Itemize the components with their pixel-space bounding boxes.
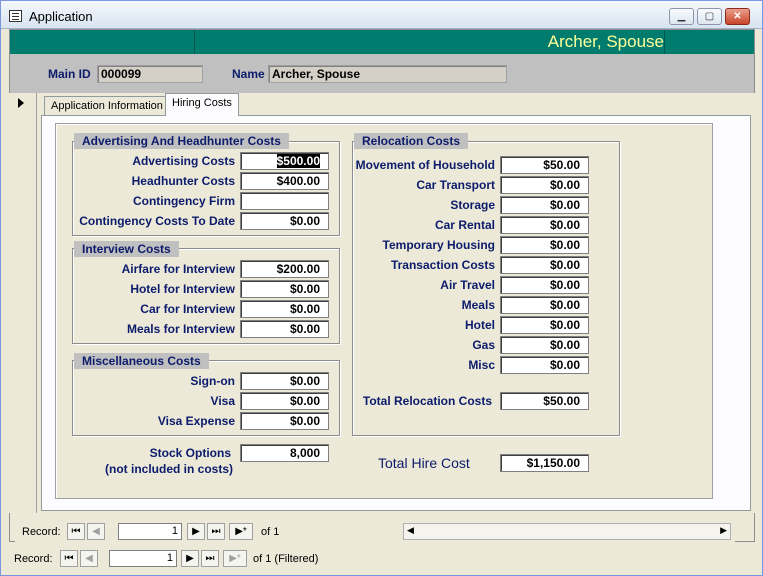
airfare-interview-label: Airfare for Interview [121, 262, 235, 276]
movement-household-field[interactable]: $50.00 [500, 156, 589, 174]
title-bar: Application ▁ ▢ ✕ [1, 1, 762, 29]
main-last-record-icon[interactable]: ⏭ [201, 550, 219, 567]
advertising-costs-field[interactable]: $500.00 [240, 152, 329, 170]
subform-record-navigation: Record: ⏮ ◀ 1 ▶ ⏭ ▶* of 1 ◀ ▶ [15, 522, 735, 542]
name-label: Name [232, 67, 265, 81]
misc-label: Misc [468, 358, 495, 372]
scroll-right-icon[interactable]: ▶ [720, 525, 727, 536]
application-window: Application ▁ ▢ ✕ Archer, Spouse Main ID… [0, 0, 763, 576]
misc-group-title: Miscellaneous Costs [74, 353, 209, 369]
storage-label: Storage [450, 198, 495, 212]
stock-options-note: (not included in costs) [105, 462, 233, 476]
temporary-housing-field[interactable]: $0.00 [500, 236, 589, 254]
movement-household-label: Movement of Household [355, 158, 495, 172]
top-section: Main ID 000099 Name Archer, Spouse [10, 54, 754, 94]
subform-new-record-icon[interactable]: ▶* [229, 523, 253, 540]
gas-label: Gas [472, 338, 495, 352]
car-interview-field[interactable]: $0.00 [240, 300, 329, 318]
visa-label: Visa [210, 394, 235, 408]
tab-hiring-costs[interactable]: Hiring Costs [165, 93, 239, 116]
tab-application-information[interactable]: Application Information [44, 96, 170, 116]
transaction-costs-field[interactable]: $0.00 [500, 256, 589, 274]
air-travel-field[interactable]: $0.00 [500, 276, 589, 294]
main-id-label: Main ID [48, 67, 91, 81]
car-transport-label: Car Transport [416, 178, 495, 192]
gas-field[interactable]: $0.00 [500, 336, 589, 354]
main-record-label: Record: [14, 553, 53, 565]
meals-interview-label: Meals for Interview [126, 322, 235, 336]
car-transport-field[interactable]: $0.00 [500, 176, 589, 194]
total-hire-cost-label: Total Hire Cost [378, 455, 470, 471]
total-hire-cost-field[interactable]: $1,150.00 [500, 454, 589, 472]
form-icon [9, 10, 22, 22]
car-rental-label: Car Rental [434, 218, 495, 232]
name-field[interactable]: Archer, Spouse [268, 65, 507, 83]
advertising-costs-label: Advertising Costs [132, 154, 235, 168]
main-id-field[interactable]: 000099 [97, 65, 203, 83]
subform-previous-record-icon[interactable]: ◀ [87, 523, 105, 540]
headhunter-costs-label: Headhunter Costs [131, 174, 235, 188]
scroll-left-icon[interactable]: ◀ [407, 525, 414, 536]
relocation-group-title: Relocation Costs [354, 133, 469, 149]
contingency-costs-label: Contingency Costs To Date [79, 214, 235, 228]
stock-options-field[interactable]: 8,000 [240, 444, 329, 462]
sign-on-label: Sign-on [190, 374, 235, 388]
airfare-interview-field[interactable]: $200.00 [240, 260, 329, 278]
close-button[interactable]: ✕ [725, 8, 750, 25]
window-title: Application [29, 9, 93, 24]
hotel-label: Hotel [465, 318, 495, 332]
main-record-count: of 1 (Filtered) [253, 553, 319, 565]
transaction-costs-label: Transaction Costs [390, 258, 495, 272]
subform-record-count: of 1 [261, 526, 280, 538]
interview-group-title: Interview Costs [74, 241, 179, 257]
record-selector[interactable] [9, 93, 37, 513]
form-header: Archer, Spouse [10, 30, 754, 54]
header-name: Archer, Spouse [547, 32, 664, 51]
main-record-number-input[interactable]: 1 [109, 550, 177, 567]
main-record-navigation: Record: ⏮ ◀ 1 ▶ ⏭ ▶* of 1 (Filtered) [7, 549, 747, 569]
meals-field[interactable]: $0.00 [500, 296, 589, 314]
headhunter-costs-field[interactable]: $400.00 [240, 172, 329, 190]
sign-on-field[interactable]: $0.00 [240, 372, 329, 390]
maximize-button[interactable]: ▢ [697, 8, 722, 25]
advertising-group-title: Advertising And Headhunter Costs [74, 133, 289, 149]
main-previous-record-icon[interactable]: ◀ [80, 550, 98, 567]
contingency-firm-label: Contingency Firm [132, 194, 235, 208]
subform-next-record-icon[interactable]: ▶ [187, 523, 205, 540]
total-relocation-field[interactable]: $50.00 [500, 392, 589, 410]
visa-expense-label: Visa Expense [157, 414, 235, 428]
contingency-firm-field[interactable] [240, 192, 329, 210]
main-next-record-icon[interactable]: ▶ [181, 550, 199, 567]
hotel-interview-field[interactable]: $0.00 [240, 280, 329, 298]
visa-expense-field[interactable]: $0.00 [240, 412, 329, 430]
temporary-housing-label: Temporary Housing [382, 238, 495, 252]
horizontal-scrollbar[interactable]: ◀ ▶ [403, 523, 731, 540]
storage-field[interactable]: $0.00 [500, 196, 589, 214]
meals-label: Meals [461, 298, 495, 312]
total-relocation-label: Total Relocation Costs [362, 394, 492, 408]
minimize-button[interactable]: ▁ [669, 8, 694, 25]
subform-first-record-icon[interactable]: ⏮ [67, 523, 85, 540]
car-rental-field[interactable]: $0.00 [500, 216, 589, 234]
main-new-record-icon[interactable]: ▶* [223, 550, 247, 567]
meals-interview-field[interactable]: $0.00 [240, 320, 329, 338]
hotel-field[interactable]: $0.00 [500, 316, 589, 334]
subform-last-record-icon[interactable]: ⏭ [207, 523, 225, 540]
current-record-arrow-icon [18, 98, 24, 108]
hotel-interview-label: Hotel for Interview [130, 282, 235, 296]
subform-record-number-input[interactable]: 1 [118, 523, 182, 540]
air-travel-label: Air Travel [440, 278, 495, 292]
misc-field[interactable]: $0.00 [500, 356, 589, 374]
subform-record-label: Record: [22, 526, 61, 538]
stock-options-label: Stock Options [149, 446, 231, 460]
main-first-record-icon[interactable]: ⏮ [60, 550, 78, 567]
contingency-costs-field[interactable]: $0.00 [240, 212, 329, 230]
car-interview-label: Car for Interview [140, 302, 235, 316]
visa-field[interactable]: $0.00 [240, 392, 329, 410]
